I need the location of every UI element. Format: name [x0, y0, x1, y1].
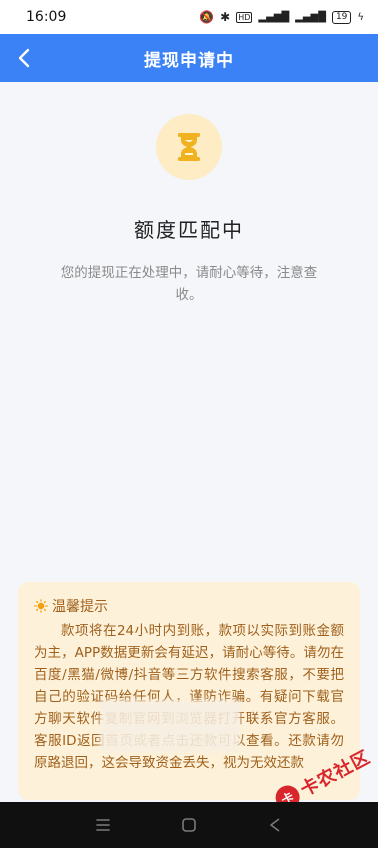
status-bar: 16:09 🔕 ✱ HD ▂▄▆█ ▂▄▆█ 19 ϟ: [0, 0, 378, 34]
page-title: 提现申请中: [144, 50, 234, 71]
hourglass-icon: [178, 133, 200, 161]
status-description: 您的提现正在处理中，请耐心等待，注意查收。: [60, 265, 318, 303]
bluetooth-icon: ✱: [220, 10, 231, 24]
status-time: 16:09: [26, 9, 67, 25]
charging-icon: ϟ: [357, 11, 364, 23]
back-button[interactable]: [10, 44, 38, 72]
nav-menu-button[interactable]: [88, 810, 118, 840]
hd-icon: HD: [236, 11, 253, 23]
battery-icon: 19: [331, 10, 352, 24]
privacy-blur-mask: [100, 700, 240, 752]
mute-icon: 🔕: [199, 10, 215, 24]
status-icon-circle: [156, 114, 222, 180]
app-header: 提现申请中: [0, 34, 378, 82]
status-title: 额度匹配中: [134, 218, 244, 242]
signal-5g-icon: ▂▄▆█: [295, 11, 326, 23]
chevron-left-icon: [18, 48, 30, 68]
lightbulb-icon: [34, 599, 48, 613]
menu-icon: [96, 819, 110, 831]
nav-back-button[interactable]: [260, 810, 290, 840]
signal-4g-icon: ▂▄▆█: [258, 11, 290, 23]
nav-home-button[interactable]: [174, 810, 204, 840]
tip-header: 温馨提示: [34, 596, 344, 616]
tip-heading: 温馨提示: [52, 599, 108, 615]
home-icon: [182, 818, 196, 832]
back-triangle-icon: [270, 818, 280, 832]
status-icons: 🔕 ✱ HD ▂▄▆█ ▂▄▆█ 19 ϟ: [199, 10, 364, 24]
system-nav-bar: [0, 802, 378, 848]
